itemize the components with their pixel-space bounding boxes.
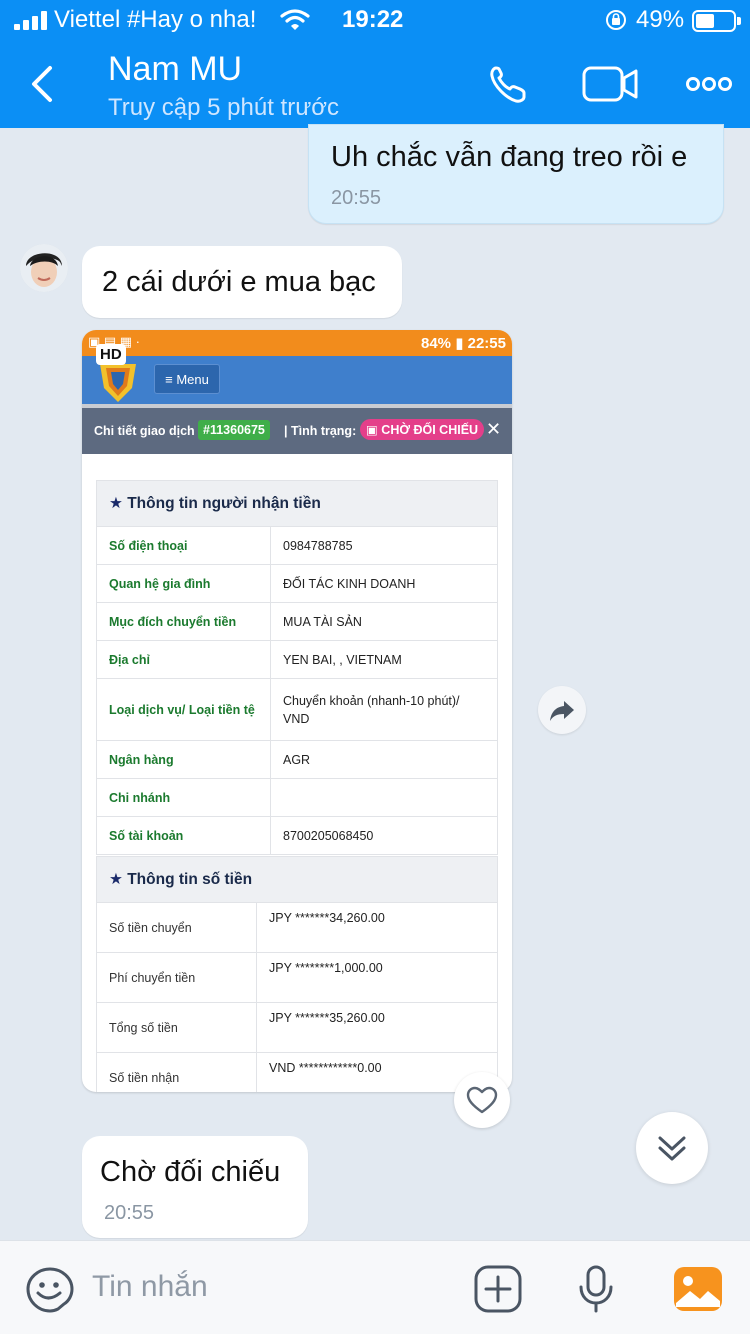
section-title: Thông tin số tiền — [127, 871, 253, 888]
shared-image[interactable]: ▣ ▤ ▦ · 84% ▮ 22:55 ≡ Menu HD Chi tiết g… — [82, 330, 512, 1092]
battery-icon — [692, 10, 741, 32]
battery-percentage: 49% — [636, 6, 685, 33]
recipient-table: ★ Thông tin người nhận tiền Số điện thoạ… — [96, 480, 498, 855]
voice-call-button[interactable] — [486, 62, 536, 106]
wifi-icon — [280, 9, 310, 30]
message-text: Uh chắc vẫn đang treo rồi e — [331, 141, 688, 173]
image-nav-bar: ≡ Menu — [82, 356, 512, 404]
forward-button[interactable] — [538, 686, 586, 734]
avatar[interactable] — [20, 244, 68, 292]
cellular-signal-icon — [14, 10, 47, 30]
contact-name[interactable]: Nam MU — [108, 50, 242, 89]
transaction-header: Chi tiết giao dịch #11360675 | Tình trạn… — [82, 408, 512, 454]
message-bubble-incoming[interactable]: 2 cái dưới e mua bạc — [82, 246, 402, 318]
more-options-button[interactable] — [684, 62, 734, 106]
add-attachment-button[interactable] — [472, 1265, 524, 1313]
avatar-photo-icon — [20, 244, 68, 292]
status-badge: ▣ CHỜ ĐỐI CHIẾU — [360, 419, 485, 440]
message-text: 2 cái dưới e mua bạc — [102, 266, 376, 298]
table-row: Số tài khoản 8700205068450 — [96, 816, 498, 855]
table-row: Loại dịch vụ/ Loại tiền tệ Chuyển khoản (… — [96, 678, 498, 741]
image-menu-button: ≡ Menu — [154, 364, 220, 394]
table-row: Chi nhánh — [96, 778, 498, 817]
amount-table: ★ Thông tin số tiền Số tiền chuyển JPY **… — [96, 856, 498, 1092]
section-title: Thông tin người nhận tiền — [127, 495, 321, 512]
carrier-name: Viettel #Hay o nha! — [54, 6, 257, 33]
scroll-to-bottom-button[interactable] — [636, 1112, 708, 1184]
chat-header: Viettel #Hay o nha! 19:22 49% Nam MU Tru… — [0, 0, 750, 128]
message-bubble-incoming[interactable]: Chờ đối chiếu 20:55 — [82, 1136, 308, 1238]
table-row: Ngân hàng AGR — [96, 740, 498, 779]
image-time: 22:55 — [467, 335, 506, 352]
table-row: Phí chuyển tiền JPY ********1,000.00 — [96, 952, 498, 1003]
table-row: Mục đích chuyển tiền MUA TÀI SẢN — [96, 602, 498, 641]
table-row: Số tiền nhận VND ************0.00 — [96, 1052, 498, 1092]
last-seen-status: Truy cập 5 phút trước — [108, 94, 339, 121]
status-bar: Viettel #Hay o nha! 19:22 49% — [0, 0, 750, 40]
table-row: Địa chỉ YEN BAI, , VIETNAM — [96, 640, 498, 679]
message-bubble-outgoing[interactable]: Uh chắc vẫn đang treo rồi e 20:55 — [308, 124, 724, 224]
detail-label: Chi tiết giao dịch — [94, 424, 195, 438]
table-row: Số điện thoại 0984788785 — [96, 526, 498, 565]
message-time: 20:55 — [331, 187, 382, 209]
message-time: 20:55 — [104, 1202, 155, 1224]
photo-gallery-button[interactable] — [672, 1265, 724, 1313]
star-icon: ★ — [109, 495, 123, 512]
image-status-bar: ▣ ▤ ▦ · 84% ▮ 22:55 — [82, 330, 512, 356]
status-label: | Tình trạng: — [284, 424, 357, 438]
react-button[interactable] — [454, 1072, 510, 1128]
table-row: Tổng số tiền JPY *******35,260.00 — [96, 1002, 498, 1053]
image-battery: 84% — [421, 335, 452, 352]
hd-badge: HD — [96, 344, 126, 365]
back-button[interactable] — [22, 62, 62, 106]
message-text: Chờ đối chiếu — [100, 1156, 281, 1188]
voice-message-button[interactable] — [570, 1265, 622, 1313]
heart-icon — [466, 1086, 498, 1114]
table-row: Số tiền chuyển JPY *******34,260.00 — [96, 902, 498, 953]
message-input[interactable] — [92, 1265, 452, 1309]
emoji-sticker-button[interactable] — [24, 1265, 76, 1313]
video-call-button[interactable] — [580, 62, 640, 106]
rotation-lock-icon — [606, 10, 626, 30]
share-arrow-icon — [550, 701, 574, 721]
double-chevron-down-icon — [658, 1136, 686, 1161]
star-icon: ★ — [109, 871, 123, 888]
message-composer — [0, 1240, 750, 1334]
transaction-code: #11360675 — [198, 420, 270, 440]
close-icon: ✕ — [486, 419, 502, 439]
table-row: Quan hệ gia đình ĐỐI TÁC KINH DOANH — [96, 564, 498, 603]
clock: 19:22 — [342, 6, 404, 33]
